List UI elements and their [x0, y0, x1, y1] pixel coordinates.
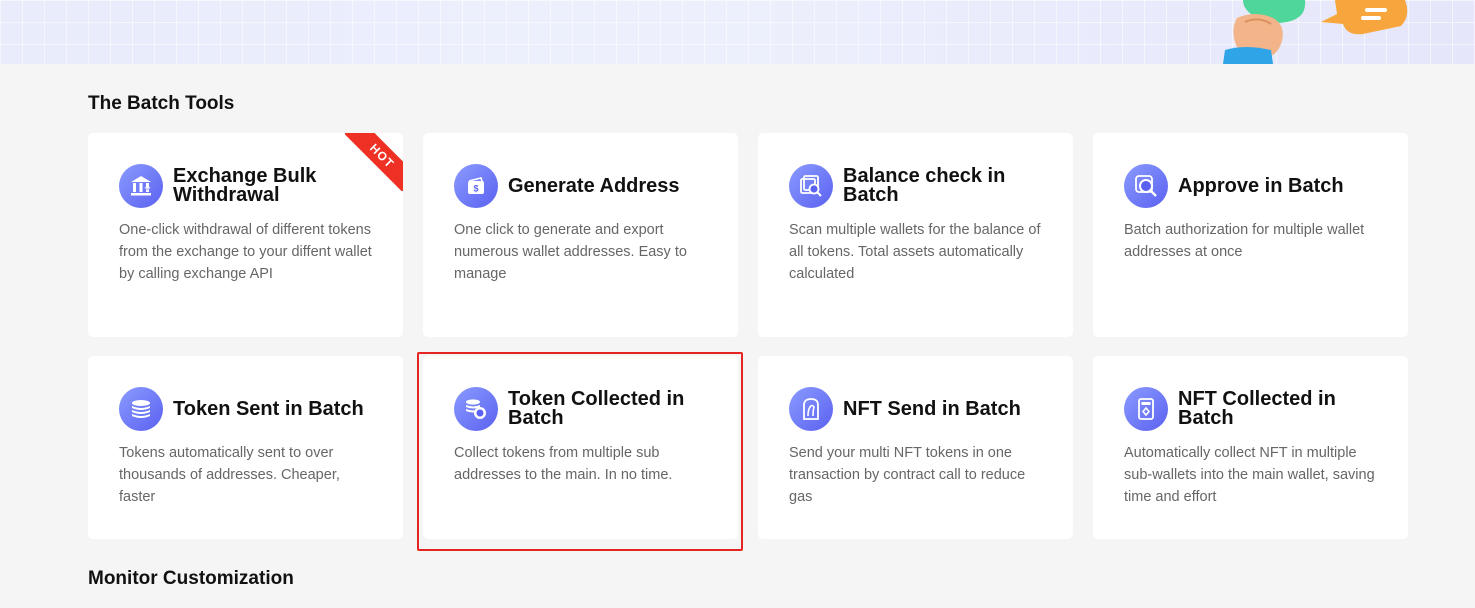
banner-illustration: [1223, 0, 1408, 64]
card-description: Scan multiple wallets for the balance of…: [789, 222, 1041, 282]
card-title: Exchange Bulk Withdrawal: [173, 165, 317, 206]
section-title-monitor-customization: Monitor Customization: [88, 568, 294, 589]
card-title: Balance check in Batch: [843, 165, 1006, 206]
card-title: Token Sent in Batch: [173, 397, 364, 420]
approve-magnifier-icon: [1124, 164, 1168, 208]
card-title: Token Collected in Batch: [508, 388, 685, 429]
card-title: NFT Send in Batch: [843, 397, 1021, 420]
card-exchange-bulk-withdrawal[interactable]: HOT Exchange Bulk Withdrawal One-click w…: [88, 133, 403, 337]
card-description: One-click withdrawal of different tokens…: [119, 222, 372, 282]
card-description: Send your multi NFT tokens in one transa…: [789, 445, 1026, 505]
svg-text:$: $: [473, 184, 478, 194]
top-banner: [0, 0, 1475, 64]
coin-stack-icon: [119, 387, 163, 431]
card-balance-check[interactable]: Balance check in Batch Scan multiple wal…: [758, 133, 1073, 337]
card-nft-collected-in-batch[interactable]: NFT Collected in Batch Automatically col…: [1093, 356, 1408, 539]
card-description: Tokens automatically sent to over thousa…: [119, 445, 340, 505]
wallet-dollar-icon: $: [454, 164, 498, 208]
card-description: Batch authorization for multiple wallet …: [1124, 222, 1365, 260]
bank-withdraw-icon: [119, 164, 163, 208]
nft-card-icon: [1124, 387, 1168, 431]
card-description: One click to generate and export numerou…: [454, 222, 687, 282]
card-title: NFT Collected in Batch: [1178, 388, 1336, 429]
card-description: Collect tokens from multiple sub address…: [454, 445, 673, 483]
card-token-collected-in-batch[interactable]: Token Collected in Batch Collect tokens …: [423, 356, 738, 539]
section-title-batch-tools: The Batch Tools: [88, 93, 235, 114]
card-generate-address[interactable]: $ Generate Address One click to generate…: [423, 133, 738, 337]
balance-search-icon: [789, 164, 833, 208]
nft-portrait-icon: [789, 387, 833, 431]
card-title: Approve in Batch: [1178, 174, 1344, 197]
coin-collect-icon: [454, 387, 498, 431]
card-title: Generate Address: [508, 174, 680, 197]
card-description: Automatically collect NFT in multiple su…: [1124, 445, 1375, 505]
card-nft-send-in-batch[interactable]: NFT Send in Batch Send your multi NFT to…: [758, 356, 1073, 539]
card-token-sent-in-batch[interactable]: Token Sent in Batch Tokens automatically…: [88, 356, 403, 539]
card-approve-in-batch[interactable]: Approve in Batch Batch authorization for…: [1093, 133, 1408, 337]
